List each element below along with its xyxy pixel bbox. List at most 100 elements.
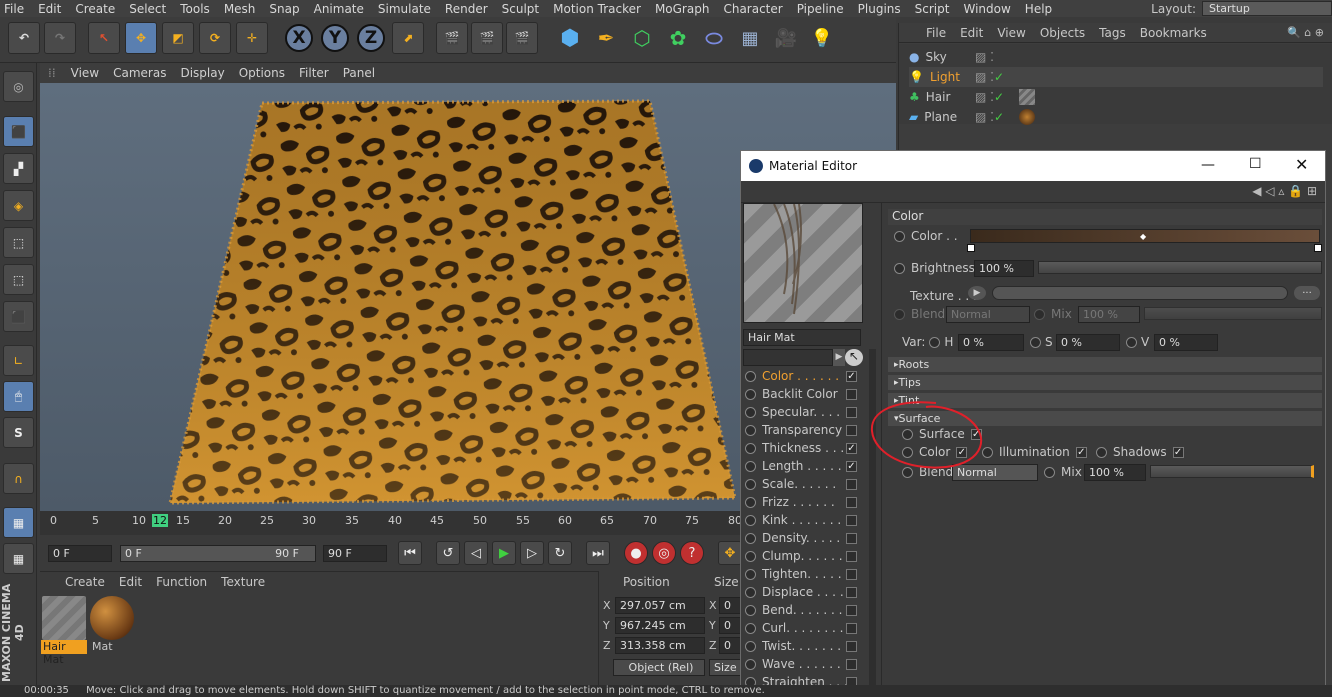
object-menu-tags[interactable]: Tags	[1092, 26, 1133, 40]
s-anim-radio[interactable]	[1030, 336, 1041, 348]
minimize-icon[interactable]: —	[1201, 157, 1215, 173]
channel-item[interactable]: Curl. . . . . . . .	[743, 619, 863, 637]
channel-item[interactable]: Clump. . . . . .	[743, 547, 863, 565]
object-menu-file[interactable]: File	[919, 26, 953, 40]
previous-frame-icon[interactable]: ◁	[464, 541, 488, 565]
channel-checkbox[interactable]	[846, 424, 857, 436]
live-selection-icon[interactable]: ↖	[88, 22, 120, 54]
channel-radio[interactable]	[745, 604, 756, 616]
end-frame-field[interactable]: 90 F	[323, 545, 387, 562]
object-menu-edit[interactable]: Edit	[953, 26, 990, 40]
object-manager-search-icon[interactable]: 🔍 ⌂ ⊕	[1287, 26, 1324, 39]
channel-radio[interactable]	[745, 586, 756, 598]
channel-radio[interactable]	[745, 388, 756, 400]
brightness-field[interactable]: 100 %	[974, 260, 1034, 277]
channel-checkbox[interactable]	[846, 478, 857, 490]
layout-dropdown[interactable]: Startup	[1202, 1, 1332, 16]
channel-checkbox[interactable]	[846, 604, 857, 616]
viewport-menu-view[interactable]: View	[64, 66, 106, 80]
next-frame-icon[interactable]: ▷	[520, 541, 544, 565]
menu-edit[interactable]: Edit	[31, 2, 68, 16]
section-tips[interactable]: ▸ Tips	[888, 375, 1322, 390]
hair-mat-thumbnail[interactable]	[42, 596, 86, 640]
texture-mode-icon[interactable]: ▞	[3, 153, 34, 184]
floor-icon[interactable]: ▦	[734, 22, 766, 54]
maximize-icon[interactable]: ☐	[1249, 156, 1262, 172]
channel-radio[interactable]	[745, 550, 756, 562]
hair-mat-label[interactable]: Hair Mat	[41, 640, 87, 666]
y-axis-lock-icon[interactable]: Y	[321, 24, 349, 52]
viewport-menu-cameras[interactable]: Cameras	[106, 66, 173, 80]
model-mode-icon[interactable]: ⬛	[3, 116, 34, 147]
visibility-icon[interactable]: ▨ ⁚✓	[975, 70, 1004, 84]
channel-checkbox[interactable]	[846, 640, 857, 652]
visibility-icon[interactable]: ▨ ⁚	[975, 50, 994, 64]
workplane-icon[interactable]: ▦	[3, 507, 34, 538]
layout-selector[interactable]: Layout: Startup	[1151, 0, 1332, 17]
object-row-plane[interactable]: ▰ Plane ▨ ⁚✓	[909, 107, 1323, 127]
material-menu-function[interactable]: Function	[149, 575, 214, 589]
channel-radio[interactable]	[745, 496, 756, 508]
channel-filter-field[interactable]	[743, 349, 833, 366]
pen-spline-icon[interactable]: ✒	[590, 22, 622, 54]
start-frame-field[interactable]: 0 F	[48, 545, 112, 562]
viewport-menu-options[interactable]: Options	[232, 66, 292, 80]
x-axis-lock-icon[interactable]: X	[285, 24, 313, 52]
camera-icon[interactable]: 🎥	[770, 22, 802, 54]
close-icon[interactable]: ✕	[1295, 155, 1308, 174]
material-menu-texture[interactable]: Texture	[214, 575, 272, 589]
texture-slot[interactable]	[992, 286, 1288, 300]
h-variation-field[interactable]: 0 %	[958, 334, 1024, 351]
material-menu-create[interactable]: Create	[58, 575, 112, 589]
coordinate-system-icon[interactable]: ⬈	[392, 22, 424, 54]
channel-item[interactable]: Wave . . . . . .	[743, 655, 863, 673]
object-row-hair[interactable]: ♣ Hair ▨ ⁚✓	[909, 87, 1323, 107]
play-icon[interactable]: ▶	[492, 541, 516, 565]
channel-radio[interactable]	[745, 442, 756, 454]
section-roots[interactable]: ▸ Roots	[888, 357, 1322, 372]
channel-checkbox[interactable]	[846, 406, 857, 418]
menu-select[interactable]: Select	[122, 2, 173, 16]
channel-radio[interactable]	[745, 424, 756, 436]
menu-motion-tracker[interactable]: Motion Tracker	[546, 2, 648, 16]
surface-mix-slider[interactable]	[1150, 465, 1314, 478]
subdivision-icon[interactable]: ⬡	[626, 22, 658, 54]
locked-workplane-icon[interactable]: ▦	[3, 543, 34, 574]
cube-primitive-icon[interactable]: ⬢	[554, 22, 586, 54]
visibility-icon[interactable]: ▨ ⁚✓	[975, 110, 1004, 124]
channel-checkbox[interactable]: ✓	[846, 460, 857, 472]
channel-radio[interactable]	[745, 460, 756, 472]
panel-grip-icon[interactable]: ⁞⁞	[40, 66, 64, 80]
channel-checkbox[interactable]	[846, 568, 857, 580]
z-axis-lock-icon[interactable]: Z	[357, 24, 385, 52]
mat-label[interactable]: Mat	[92, 640, 113, 653]
channel-checkbox[interactable]: ✓	[846, 370, 857, 382]
position-y-field[interactable]: 967.245 cm	[615, 617, 705, 634]
hair-material-tag-icon[interactable]	[1019, 89, 1035, 105]
make-editable-icon[interactable]: ◎	[3, 71, 34, 102]
menu-character[interactable]: Character	[716, 2, 789, 16]
channel-checkbox[interactable]	[846, 388, 857, 400]
texture-more-button[interactable]: ...	[1294, 286, 1320, 300]
next-key-icon[interactable]: ↻	[548, 541, 572, 565]
channel-radio[interactable]	[745, 514, 756, 526]
surface-mix-field[interactable]: 100 %	[1084, 464, 1146, 481]
undo-icon[interactable]: ↶	[8, 22, 40, 54]
render-view-icon[interactable]: 🎬	[436, 22, 468, 54]
h-anim-radio[interactable]	[929, 336, 941, 348]
mix-anim-radio[interactable]	[1034, 308, 1045, 320]
size-mode-dropdown[interactable]: Size	[709, 659, 741, 676]
menu-window[interactable]: Window	[956, 2, 1017, 16]
channel-checkbox[interactable]	[846, 622, 857, 634]
gradient-start-knot[interactable]	[967, 244, 975, 252]
viewport-menu-filter[interactable]: Filter	[292, 66, 336, 80]
channel-item[interactable]: Kink . . . . . . .	[743, 511, 863, 529]
channel-checkbox[interactable]	[846, 496, 857, 508]
menu-create[interactable]: Create	[68, 2, 122, 16]
brightness-anim-radio[interactable]	[894, 262, 905, 274]
blend-anim-radio[interactable]	[894, 308, 905, 320]
pick-cursor-icon[interactable]: ↖	[845, 349, 863, 366]
object-row-sky[interactable]: ● Sky ▨ ⁚	[909, 47, 1323, 67]
channel-checkbox[interactable]: ✓	[846, 442, 857, 454]
menu-simulate[interactable]: Simulate	[371, 2, 438, 16]
